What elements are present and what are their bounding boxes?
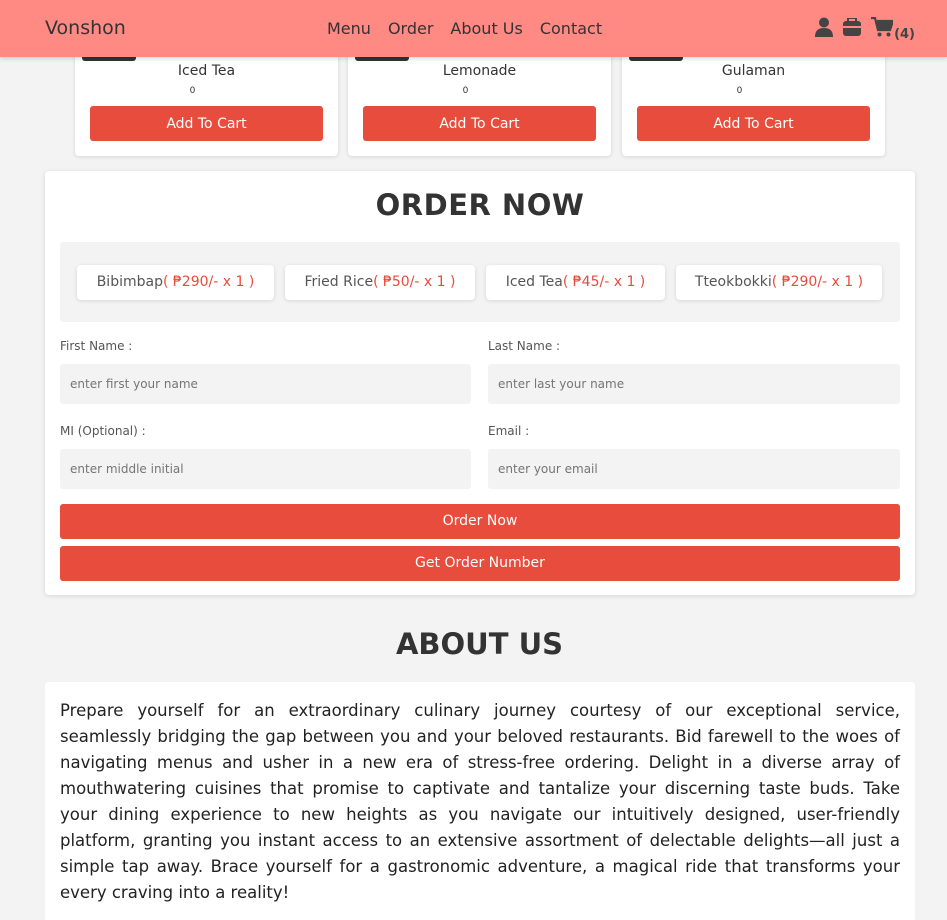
cart-item[interactable]: Iced Tea( ₱45/- x 1 ) — [486, 265, 665, 300]
last-name-label: Last Name : — [488, 339, 561, 353]
mi-input[interactable] — [60, 449, 471, 489]
orders-icon[interactable] — [843, 17, 862, 40]
email-label: Email : — [488, 424, 530, 438]
cart-items: Bibimbap( ₱290/- x 1 ) Fried Rice( ₱50/-… — [60, 242, 900, 322]
product-quantity: 0 — [189, 86, 196, 96]
cart-item-price: ( ₱290/- x 1 ) — [771, 274, 864, 290]
user-icon[interactable] — [815, 17, 834, 41]
nav-links: Menu Order About Us Contact — [327, 19, 602, 38]
navbar: Vonshon Menu Order About Us Contact (4) — [0, 0, 947, 57]
cart-item-name: Fried Rice — [304, 274, 374, 290]
cart-button[interactable]: (4) — [871, 16, 915, 42]
mi-label: MI (Optional) : — [60, 424, 146, 438]
order-now-button[interactable]: Order Now — [60, 504, 900, 539]
cart-item-name: Bibimbap — [96, 274, 163, 290]
nav-about-us[interactable]: About Us — [450, 19, 522, 38]
add-to-cart-button[interactable]: Add To Cart — [90, 106, 323, 141]
cart-item-price: ( ₱290/- x 1 ) — [162, 274, 255, 290]
order-form: ORDER NOW Bibimbap( ₱290/- x 1 ) Fried R… — [45, 171, 915, 595]
brand-logo[interactable]: Vonshon — [45, 17, 126, 39]
about-text: Prepare yourself for an extraordinary cu… — [60, 701, 900, 902]
cart-icon — [871, 16, 895, 41]
about-title: ABOUT US — [395, 627, 564, 661]
first-name-input[interactable] — [60, 364, 471, 404]
order-title: ORDER NOW — [375, 188, 585, 222]
product-quantity: 0 — [736, 86, 743, 96]
cart-item-name: Iced Tea — [505, 274, 563, 290]
last-name-input[interactable] — [488, 364, 900, 404]
product-card-gulaman: Gulaman 0 Add To Cart — [622, 40, 885, 156]
nav-contact[interactable]: Contact — [540, 19, 602, 38]
cart-item[interactable]: Fried Rice( ₱50/- x 1 ) — [285, 265, 475, 300]
product-name: Lemonade — [442, 63, 517, 79]
add-to-cart-button[interactable]: Add To Cart — [637, 106, 870, 141]
product-card-iced-tea: Iced Tea 0 Add To Cart — [75, 40, 338, 156]
nav-menu[interactable]: Menu — [327, 19, 371, 38]
add-to-cart-button[interactable]: Add To Cart — [363, 106, 596, 141]
product-name: Iced Tea — [177, 63, 236, 79]
email-input[interactable] — [488, 449, 900, 489]
product-quantity: 0 — [462, 86, 469, 96]
cart-item-price: ( ₱50/- x 1 ) — [373, 274, 456, 290]
cart-item[interactable]: Bibimbap( ₱290/- x 1 ) — [77, 265, 274, 300]
get-order-number-button[interactable]: Get Order Number — [60, 546, 900, 581]
cart-item[interactable]: Tteokbokki( ₱290/- x 1 ) — [676, 265, 882, 300]
cart-item-price: ( ₱45/- x 1 ) — [562, 274, 646, 290]
product-card-lemonade: Lemonade 0 Add To Cart — [348, 40, 611, 156]
nav-order[interactable]: Order — [388, 19, 433, 38]
cart-count: (4) — [894, 27, 915, 42]
nav-icons: (4) — [815, 16, 915, 42]
about-section: Prepare yourself for an extraordinary cu… — [45, 682, 915, 920]
cart-item-name: Tteokbokki — [694, 274, 772, 290]
product-name: Gulaman — [721, 63, 786, 79]
first-name-label: First Name : — [60, 339, 133, 353]
